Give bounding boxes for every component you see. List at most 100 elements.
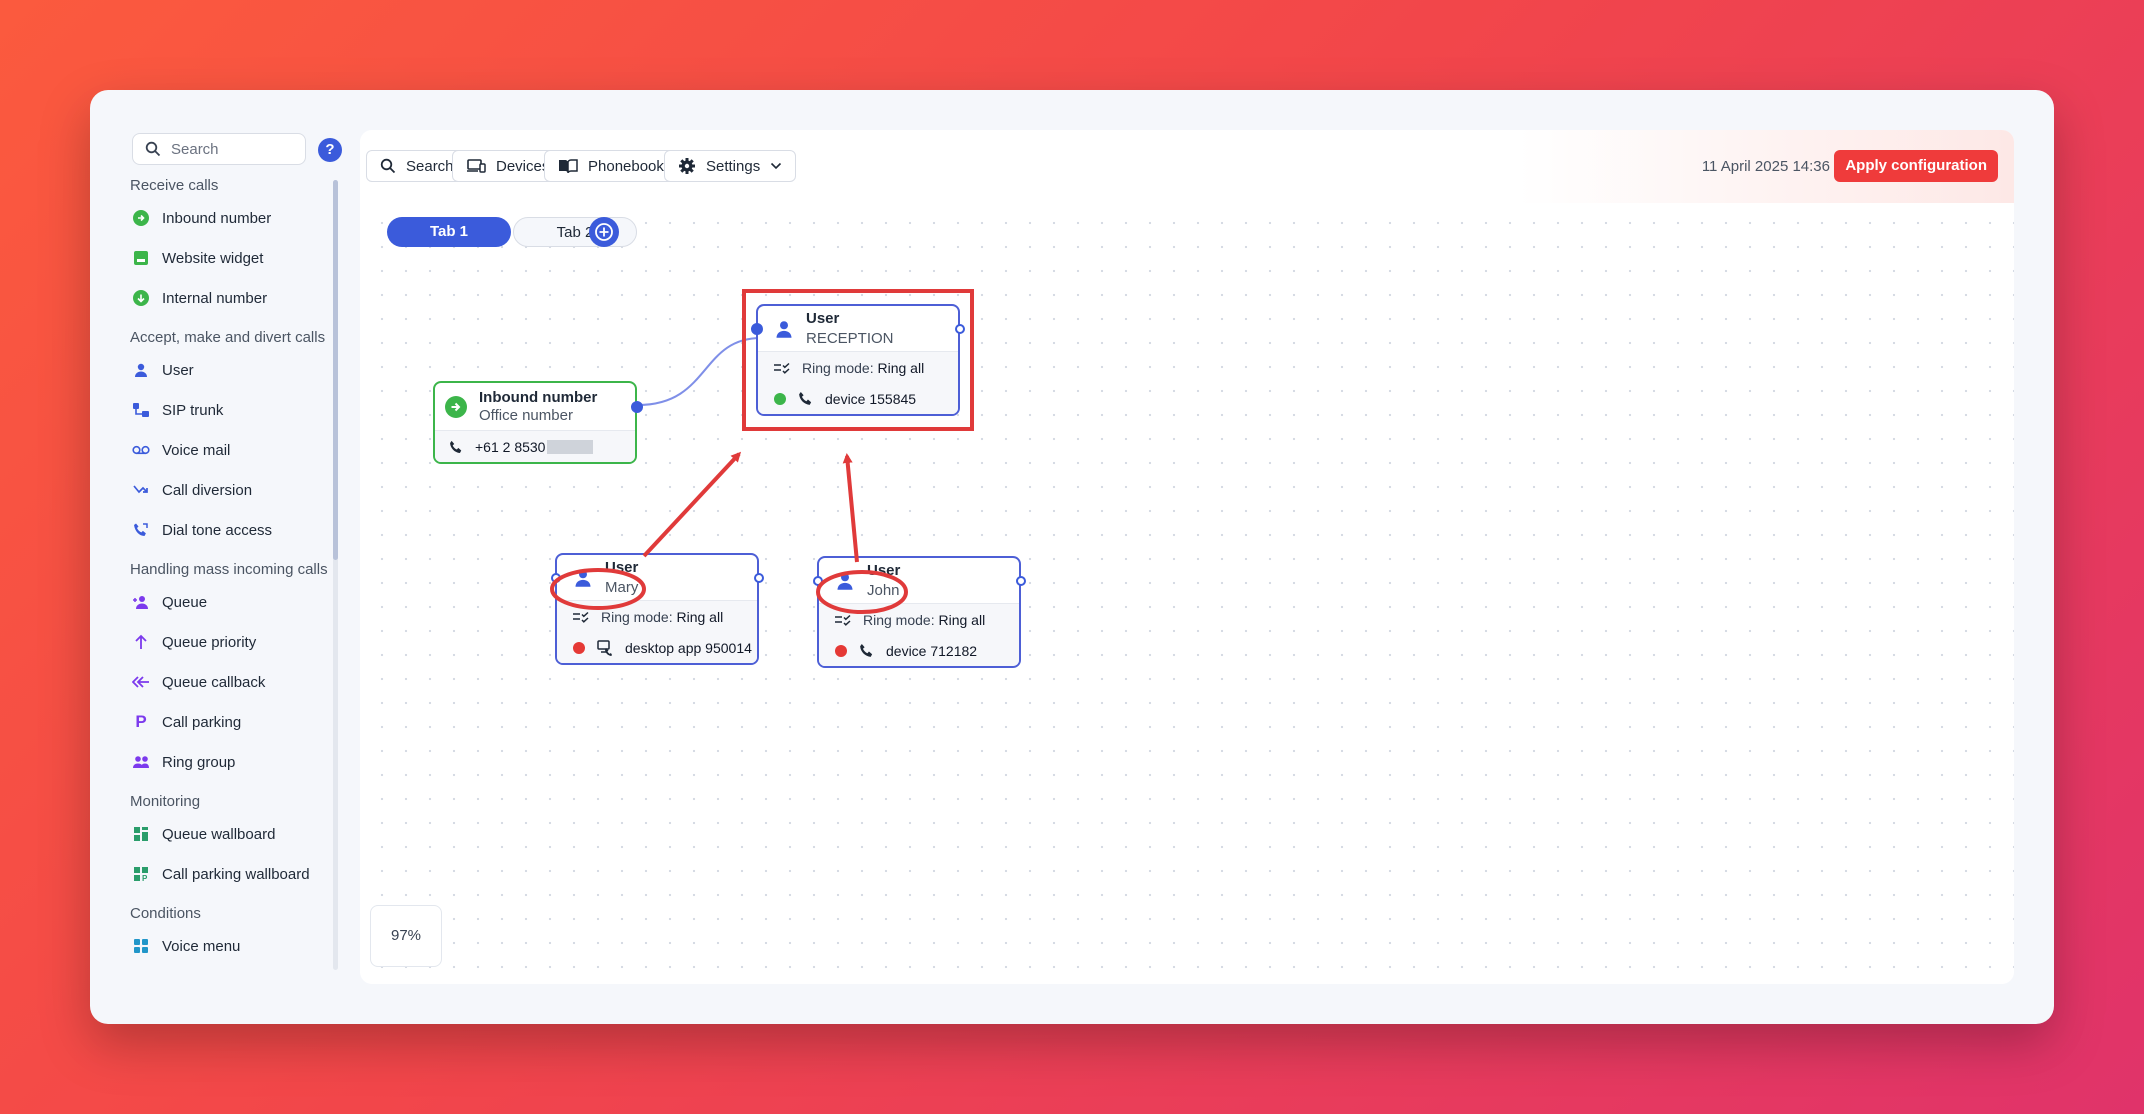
ring-mode-icon (573, 611, 589, 623)
voice-menu-icon (132, 937, 150, 955)
zoom-level[interactable]: 97% (370, 905, 442, 967)
user-icon (132, 361, 150, 379)
sidebar-item-inbound-number[interactable]: Inbound number (130, 198, 330, 238)
sidebar-item-queue-callback[interactable]: Queue callback (130, 662, 330, 702)
add-tab-button[interactable] (589, 217, 619, 247)
node-body: +61 2 8530 (435, 431, 635, 462)
output-port[interactable] (955, 324, 965, 334)
status-dot (774, 392, 786, 405)
node-body: Ring mode: Ring all device 155845 (758, 352, 958, 414)
sidebar-item-call-parking[interactable]: P Call parking (130, 702, 330, 742)
sidebar-item-label: SIP trunk (162, 401, 224, 419)
inbound-number-node[interactable]: Inbound number Office number +61 2 8530 (433, 381, 643, 464)
sidebar-item-queue[interactable]: Queue (130, 582, 330, 622)
output-port[interactable] (754, 573, 764, 583)
phone-number-row: +61 2 8530 (435, 431, 635, 462)
input-port[interactable] (751, 323, 763, 335)
section-title-conditions: Conditions (130, 905, 201, 922)
status-dot (573, 641, 585, 654)
section-title-accept-make-divert: Accept, make and divert calls (130, 329, 326, 346)
user-icon (776, 320, 792, 338)
node-subtitle: John (867, 581, 900, 599)
sidebar-item-label: Queue (162, 593, 208, 611)
sidebar-item-internal-number[interactable]: Internal number (130, 278, 330, 318)
queue-icon (132, 593, 150, 611)
tab-1[interactable]: Tab 1 (387, 217, 511, 247)
settings-dropdown[interactable]: Settings (664, 150, 797, 182)
help-button[interactable]: ? (318, 138, 342, 162)
sidebar-item-call-diversion[interactable]: Call diversion (130, 470, 330, 510)
node-body: Ring mode: Ring all device 712182 (819, 604, 1019, 666)
phone-icon (450, 440, 462, 453)
devices-button-label: Devices (496, 157, 550, 175)
node-title: User (605, 558, 639, 576)
settings-dropdown-label: Settings (706, 157, 761, 175)
ring-mode-icon (774, 362, 790, 374)
phone-icon (860, 643, 873, 657)
chevron-down-icon (771, 162, 782, 170)
sidebar-item-user[interactable]: User (130, 350, 330, 390)
gear-icon (679, 158, 695, 174)
section-title-receive-calls: Receive calls (130, 177, 219, 194)
node-header: User John (819, 558, 1019, 604)
sidebar-item-ring-group[interactable]: Ring group (130, 742, 330, 782)
toolbar: Search Devices Phonebooks Settings 11 Ap… (360, 130, 2014, 203)
inbound-arrow-icon (445, 395, 467, 418)
sidebar-item-label: Queue priority (162, 633, 257, 651)
device-row: device 712182 (819, 635, 1019, 666)
sidebar-item-dial-tone-access[interactable]: Dial tone access (130, 510, 330, 550)
user-node-reception[interactable]: User RECEPTION Ring mode: Ring all devic… (751, 304, 965, 416)
app-window: Search ? Receive calls Inbound number We… (90, 90, 2054, 1024)
phonebook-icon (559, 159, 578, 174)
ring-mode-row: Ring mode: Ring all (819, 604, 1019, 635)
phone-icon (799, 391, 812, 405)
sidebar-item-label: Queue callback (162, 673, 266, 691)
apply-configuration-button[interactable]: Apply configuration (1834, 150, 1998, 182)
node-header: User Mary (557, 555, 757, 601)
ring-mode-prefix: Ring mode: (802, 359, 874, 376)
node-title: User (867, 561, 901, 579)
user-node-john[interactable]: User John Ring mode: Ring all device 712… (813, 556, 1026, 668)
sip-trunk-icon (132, 401, 150, 419)
ring-mode-value: Ring all (938, 611, 986, 628)
section-title-mass-incoming: Handling mass incoming calls (130, 561, 328, 578)
sidebar-scrollbar-thumb[interactable] (333, 180, 338, 560)
search-icon (145, 141, 161, 157)
sidebar-item-voice-menu[interactable]: Voice menu (130, 926, 330, 966)
user-node-mary[interactable]: User Mary Ring mode: Ring all desktop ap… (551, 553, 764, 665)
sidebar-item-label: User (162, 361, 194, 379)
sidebar-item-queue-priority[interactable]: Queue priority (130, 622, 330, 662)
sidebar-item-voice-mail[interactable]: Voice mail (130, 430, 330, 470)
node-title: User (806, 309, 840, 327)
desktop-app-icon (597, 639, 612, 656)
output-port[interactable] (1016, 576, 1026, 586)
search-icon (380, 158, 396, 174)
ring-mode-value: Ring all (877, 359, 925, 376)
redacted-block (547, 439, 594, 454)
sidebar-item-label: Website widget (162, 249, 264, 267)
sidebar-item-label: Call parking wallboard (162, 865, 310, 883)
device-row: desktop app 950014 (557, 632, 757, 663)
sidebar-item-label: Internal number (162, 289, 268, 307)
sidebar-item-label: Voice menu (162, 937, 241, 955)
callback-icon (132, 673, 150, 691)
plus-circle-icon (595, 223, 613, 241)
datetime-label: 11 April 2025 14:36 (1701, 158, 1830, 175)
input-port[interactable] (551, 573, 561, 583)
user-icon (837, 572, 853, 590)
sidebar: Search ? Receive calls Inbound number We… (90, 90, 350, 1024)
parking-wallboard-icon: P (132, 865, 150, 883)
sidebar-item-queue-wallboard[interactable]: Queue wallboard (130, 814, 330, 854)
sidebar-item-label: Dial tone access (162, 521, 273, 539)
main-panel: Search Devices Phonebooks Settings 11 Ap… (360, 130, 2014, 984)
node-subtitle: Mary (605, 578, 639, 596)
sidebar-item-website-widget[interactable]: Website widget (130, 238, 330, 278)
sidebar-search-input[interactable]: Search (132, 133, 306, 165)
svg-text:P: P (142, 874, 148, 882)
status-dot (835, 644, 847, 657)
node-header: User RECEPTION (758, 306, 958, 352)
input-port[interactable] (813, 576, 823, 586)
sidebar-item-call-parking-wallboard[interactable]: P Call parking wallboard (130, 854, 330, 894)
sidebar-item-sip-trunk[interactable]: SIP trunk (130, 390, 330, 430)
output-port[interactable] (631, 401, 643, 413)
